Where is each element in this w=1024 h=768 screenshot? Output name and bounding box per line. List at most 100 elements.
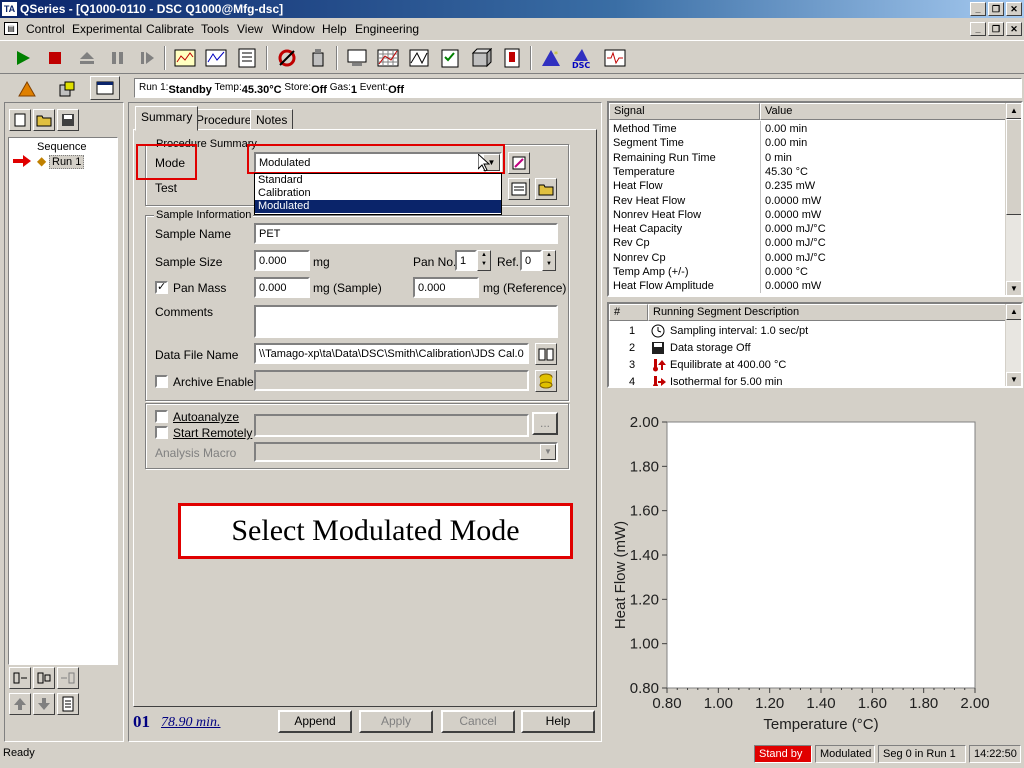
autoanalyze-checkbox[interactable] bbox=[155, 410, 168, 423]
grid-chart-icon[interactable] bbox=[375, 45, 401, 71]
tab-summary[interactable]: Summary bbox=[135, 106, 199, 131]
signal-name: Heat Flow Amplitude bbox=[613, 280, 714, 293]
instrument-icon[interactable] bbox=[172, 45, 198, 71]
monitor-icon[interactable] bbox=[344, 45, 370, 71]
menu-engineering[interactable]: Engineering bbox=[355, 22, 419, 36]
warning-icon[interactable] bbox=[14, 76, 40, 102]
pan-mass-sample-input[interactable]: 0.000 bbox=[254, 277, 310, 298]
open-folder-icon[interactable] bbox=[33, 109, 55, 131]
tree-item-run-1[interactable]: Run 1 bbox=[49, 155, 85, 169]
menu-window[interactable]: Window bbox=[272, 22, 315, 36]
database-icon[interactable] bbox=[535, 370, 557, 392]
child-close-button[interactable]: ✕ bbox=[1006, 22, 1022, 36]
next-segment-icon[interactable] bbox=[134, 45, 160, 71]
apply-button[interactable]: Apply bbox=[359, 710, 433, 733]
segment-number-header[interactable]: # bbox=[609, 304, 648, 321]
test-template-icon[interactable] bbox=[508, 178, 530, 200]
mode-option-modulated[interactable]: Modulated bbox=[255, 200, 501, 213]
move-down-icon[interactable] bbox=[33, 693, 55, 715]
menu-help[interactable]: Help bbox=[322, 22, 347, 36]
menu-calibrate[interactable]: Calibrate bbox=[146, 22, 194, 36]
mode-dropdown-list: Standard Calibration Modulated bbox=[254, 173, 502, 215]
new-file-icon[interactable] bbox=[9, 109, 31, 131]
open-test-folder-icon[interactable] bbox=[535, 178, 557, 200]
comments-input[interactable] bbox=[254, 305, 558, 338]
help-button[interactable]: Help bbox=[521, 710, 595, 733]
column-divider bbox=[760, 221, 761, 237]
calibrate-icon[interactable] bbox=[274, 45, 300, 71]
tree-root-sequence[interactable]: Sequence bbox=[37, 141, 87, 153]
segment-scroll-down-icon[interactable]: ▼ bbox=[1006, 372, 1021, 386]
macro-chevron-down-icon[interactable]: ▼ bbox=[540, 444, 556, 460]
child-restore-button[interactable]: ❐ bbox=[988, 22, 1004, 36]
restore-button[interactable]: ❐ bbox=[988, 2, 1004, 16]
move-left-icon[interactable] bbox=[9, 667, 31, 689]
segment-scrollbar[interactable]: ▲ ▼ bbox=[1005, 304, 1021, 386]
browse-remote-button[interactable]: ... bbox=[532, 412, 558, 435]
insert-icon[interactable] bbox=[33, 667, 55, 689]
sample-size-input[interactable]: 0.000 bbox=[254, 250, 310, 271]
segment-description-header[interactable]: Running Segment Description bbox=[648, 304, 1007, 321]
move-right-icon[interactable] bbox=[57, 667, 79, 689]
plot-icon[interactable] bbox=[203, 45, 229, 71]
ref-spinner-icon[interactable]: ▲ ▼ bbox=[542, 250, 556, 271]
close-button[interactable]: ✕ bbox=[1006, 2, 1022, 16]
menu-control[interactable]: Control bbox=[26, 22, 65, 36]
ref-input[interactable]: 0 bbox=[520, 250, 542, 271]
archive-path-input[interactable] bbox=[254, 370, 529, 391]
menu-view[interactable]: View bbox=[237, 22, 263, 36]
report-icon[interactable] bbox=[499, 45, 525, 71]
pan-mass-checkbox[interactable]: ✓ bbox=[155, 281, 168, 294]
start-remotely-checkbox[interactable] bbox=[155, 426, 168, 439]
pan-mass-label: Pan Mass bbox=[173, 281, 227, 295]
stop-icon[interactable] bbox=[42, 45, 68, 71]
edit-mode-icon[interactable] bbox=[508, 152, 530, 174]
analysis-icon[interactable]: * bbox=[538, 45, 564, 71]
scroll-down-icon[interactable]: ▼ bbox=[1006, 281, 1021, 295]
x-tick-label: 1.60 bbox=[858, 695, 887, 712]
pan-no-spinner-icon[interactable]: ▲ ▼ bbox=[477, 250, 491, 271]
pause-icon[interactable] bbox=[104, 45, 130, 71]
mode-option-calibration[interactable]: Calibration bbox=[255, 187, 501, 200]
list-view-icon[interactable] bbox=[234, 45, 260, 71]
pan-mass-reference-input[interactable]: 0.000 bbox=[413, 277, 479, 298]
append-button[interactable]: Append bbox=[278, 710, 352, 733]
start-icon[interactable] bbox=[10, 45, 36, 71]
browse-books-icon[interactable] bbox=[535, 343, 557, 365]
signal-scrollbar[interactable]: ▲ ▼ bbox=[1005, 103, 1021, 295]
notes-icon[interactable] bbox=[57, 693, 79, 715]
scroll-thumb[interactable] bbox=[1006, 119, 1021, 215]
checklist-icon[interactable] bbox=[437, 45, 463, 71]
menu-tools[interactable]: Tools bbox=[201, 22, 229, 36]
eject-icon[interactable] bbox=[74, 45, 100, 71]
summary-view-icon[interactable] bbox=[90, 76, 120, 100]
minimize-button[interactable]: _ bbox=[970, 2, 986, 16]
archive-enable-checkbox[interactable] bbox=[155, 375, 168, 388]
mode-option-standard[interactable]: Standard bbox=[255, 174, 501, 187]
signal-name: Temperature bbox=[613, 165, 675, 178]
remote-command-input[interactable] bbox=[254, 414, 529, 437]
segment-scroll-up-icon[interactable]: ▲ bbox=[1006, 304, 1021, 320]
data-file-name-input[interactable]: \\Tamago-xp\ta\Data\DSC\Smith\Calibratio… bbox=[254, 343, 529, 364]
autosampler-icon[interactable] bbox=[468, 45, 494, 71]
child-minimize-button[interactable]: _ bbox=[970, 22, 986, 36]
move-up-icon[interactable] bbox=[9, 693, 31, 715]
scroll-up-icon[interactable]: ▲ bbox=[1006, 103, 1021, 119]
analysis-macro-select[interactable]: ▼ bbox=[254, 442, 558, 462]
menu-experimental[interactable]: Experimental bbox=[72, 22, 142, 36]
save-icon[interactable] bbox=[57, 109, 79, 131]
document-icon[interactable]: ▤ bbox=[4, 22, 18, 35]
sample-name-input[interactable]: PET bbox=[254, 223, 558, 244]
cancel-button[interactable]: Cancel bbox=[441, 710, 515, 733]
cell-icon[interactable] bbox=[305, 45, 331, 71]
pan-no-input[interactable]: 1 bbox=[455, 250, 477, 271]
tab-procedure[interactable]: Procedure bbox=[190, 109, 258, 130]
signal-value: 0.0000 mW bbox=[765, 194, 822, 207]
tab-notes[interactable]: Notes bbox=[250, 109, 294, 130]
queue-icon[interactable] bbox=[54, 76, 80, 102]
value-column-header[interactable]: Value bbox=[760, 103, 1007, 120]
signal-plot-icon[interactable] bbox=[602, 45, 628, 71]
method-icon[interactable] bbox=[406, 45, 432, 71]
signal-column-header[interactable]: Signal bbox=[609, 103, 760, 120]
dsc-analysis-icon[interactable]: DSC bbox=[570, 45, 596, 71]
